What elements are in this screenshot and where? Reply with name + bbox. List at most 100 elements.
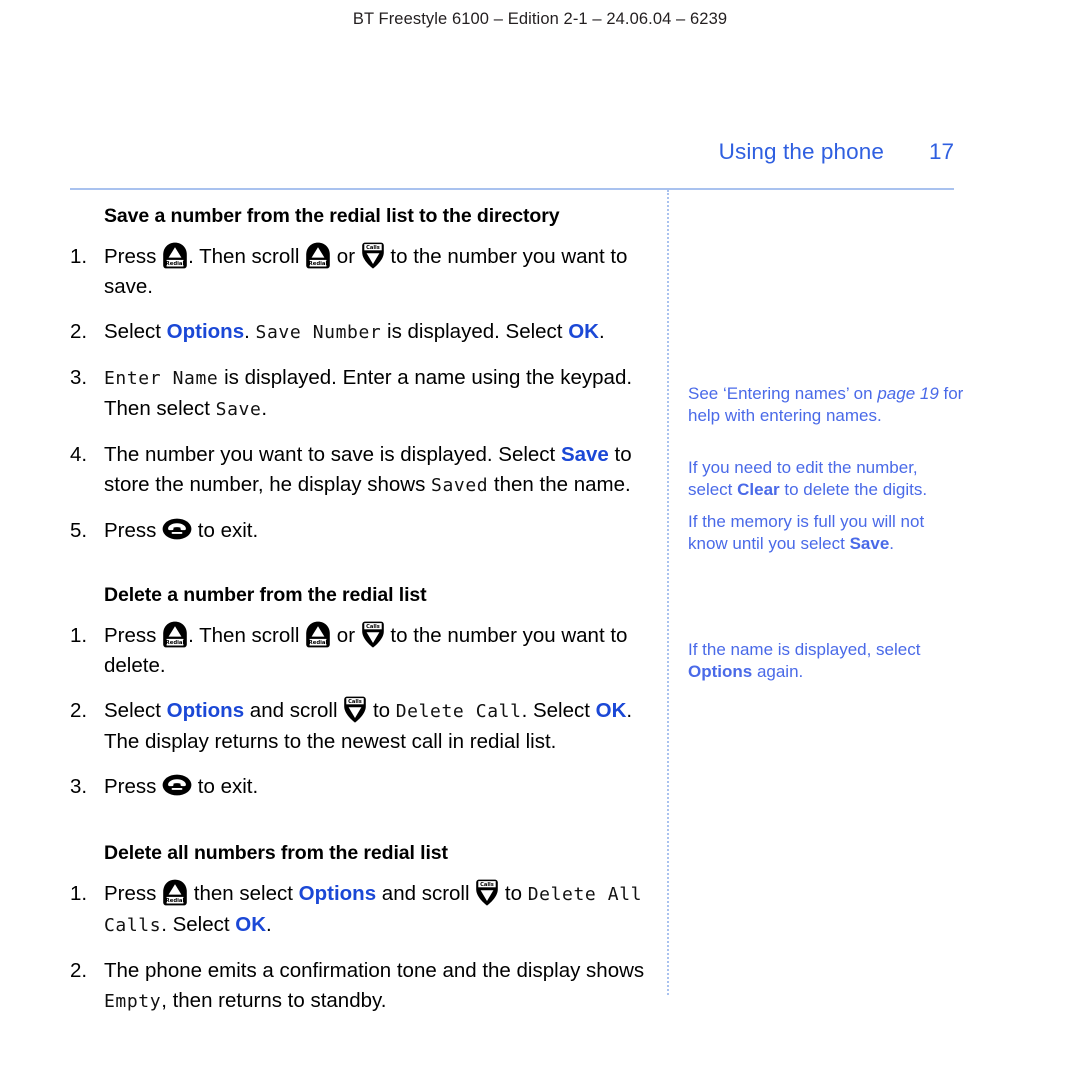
step-number: 3. — [70, 366, 88, 389]
side-note: See ‘Entering names’ on page 19 for help… — [688, 383, 964, 427]
end-call-key-icon — [162, 774, 192, 796]
step-text: again. — [752, 662, 804, 681]
step-item: 1. Press . Then scroll or to the number y… — [70, 242, 650, 302]
step-number: 4. — [70, 443, 88, 466]
step-text: Press — [104, 245, 163, 268]
step-number: 1. — [70, 624, 88, 647]
redial-key-icon — [162, 242, 188, 269]
page-reference: page 19 — [877, 384, 939, 403]
column-divider — [667, 190, 669, 995]
ui-keyword: OK — [235, 913, 266, 936]
display-text: Saved — [431, 475, 489, 496]
step-list: 1. Press . Then scroll or to the number y… — [70, 621, 650, 802]
step-text: and scroll — [244, 699, 344, 722]
step-text: Press — [104, 882, 163, 905]
step-number: 5. — [70, 519, 88, 542]
header-rule — [70, 188, 954, 190]
calls-key-icon — [361, 242, 385, 269]
step-number: 3. — [70, 775, 88, 798]
step-text: , then returns to standby. — [161, 989, 387, 1012]
step-number: 1. — [70, 245, 88, 268]
step-text: The number you want to save is displayed… — [104, 443, 561, 466]
calls-key-icon — [343, 696, 367, 723]
step-text: . — [244, 320, 256, 343]
step-text: or — [331, 624, 361, 647]
step-text: to delete the digits. — [779, 480, 928, 499]
step-text: to — [499, 882, 528, 905]
page-number: 17 — [928, 139, 954, 164]
redial-key-icon — [305, 621, 331, 648]
step-item: 1. Press . Then scroll or to the number y… — [70, 621, 650, 681]
step-text: and scroll — [376, 882, 476, 905]
procedure-section: Delete a number from the redial list 1. Pr… — [70, 584, 650, 802]
step-text: . Then scroll — [188, 624, 306, 647]
step-text: Select — [104, 699, 167, 722]
display-text: Save Number — [255, 322, 382, 343]
ui-keyword: Options — [166, 699, 245, 722]
display-text: Save — [215, 399, 262, 420]
display-text: Delete Call — [395, 701, 522, 722]
step-text: to exit. — [192, 519, 259, 542]
step-text: . — [889, 534, 895, 553]
step-item: 5. Press to exit. — [70, 516, 650, 546]
main-column: Save a number from the redial list to th… — [70, 205, 650, 1032]
step-item: 3. Press to exit. — [70, 772, 650, 802]
step-text: then the name. — [488, 473, 631, 496]
ui-keyword: Clear — [737, 480, 780, 499]
redial-key-icon — [162, 621, 188, 648]
section-heading: Save a number from the redial list to th… — [104, 205, 560, 227]
display-text: Empty — [104, 991, 162, 1012]
step-text: then select — [188, 882, 299, 905]
side-note: If you need to edit the number, select C… — [688, 457, 964, 501]
step-item: 1. Press then select Options and scroll t… — [70, 879, 650, 941]
redial-key-icon — [162, 879, 188, 906]
step-text: See ‘Entering names’ on — [688, 384, 878, 403]
end-call-key-icon — [162, 518, 192, 540]
step-number: 1. — [70, 882, 88, 905]
section-heading: Delete all numbers from the redial list — [104, 842, 448, 864]
procedure-section: Delete all numbers from the redial list 1… — [70, 842, 650, 1017]
step-text: Select — [104, 320, 167, 343]
section-heading: Delete a number from the redial list — [104, 584, 427, 606]
procedure-section: Save a number from the redial list to th… — [70, 205, 650, 546]
step-item: 4. The number you want to save is display… — [70, 440, 650, 501]
step-text: Press — [104, 624, 163, 647]
step-text: . Select — [521, 699, 596, 722]
calls-key-icon — [475, 879, 499, 906]
step-text: or — [331, 245, 361, 268]
step-number: 2. — [70, 320, 88, 343]
side-note: If the memory is full you will not know … — [688, 511, 964, 555]
step-number: 2. — [70, 959, 88, 982]
step-text: . — [261, 397, 268, 420]
step-text: Press — [104, 775, 163, 798]
step-text: . Then scroll — [188, 245, 306, 268]
step-list: 1. Press then select Options and scroll t… — [70, 879, 650, 1017]
step-text: If the name is displayed, select — [688, 640, 921, 659]
ui-keyword: OK — [568, 320, 599, 343]
step-number: 2. — [70, 699, 88, 722]
ui-keyword: Save — [560, 443, 609, 466]
step-text: . Select — [161, 913, 236, 936]
display-text: Enter Name — [104, 368, 219, 389]
step-item: 2. Select Options and scroll to Delete Ca… — [70, 696, 650, 757]
chapter-title: Using the phone — [718, 139, 884, 164]
redial-key-icon — [305, 242, 331, 269]
step-text: Press — [104, 519, 163, 542]
step-item: 2. Select Options. Save Number is display… — [70, 317, 650, 348]
ui-keyword: OK — [595, 699, 627, 722]
step-item: 2. The phone emits a confirmation tone an… — [70, 956, 650, 1017]
side-note: If the name is displayed, select Options… — [688, 639, 964, 683]
calls-key-icon — [361, 621, 385, 648]
ui-keyword: Options — [166, 320, 245, 343]
step-text: The phone emits a confirmation tone and … — [104, 959, 645, 982]
step-text: to exit. — [192, 775, 259, 798]
step-text: to — [367, 699, 396, 722]
step-text: is displayed. Select — [381, 320, 569, 343]
step-text: . — [598, 320, 605, 343]
step-item: 3. Enter Name is displayed. Enter a name … — [70, 363, 650, 425]
step-text: . — [266, 913, 272, 936]
ui-keyword: Save — [849, 534, 890, 553]
ui-keyword: Options — [688, 662, 753, 681]
step-list: 1. Press . Then scroll or to the number y… — [70, 242, 650, 546]
running-header: BT Freestyle 6100 – Edition 2-1 – 24.06.… — [352, 10, 728, 28]
